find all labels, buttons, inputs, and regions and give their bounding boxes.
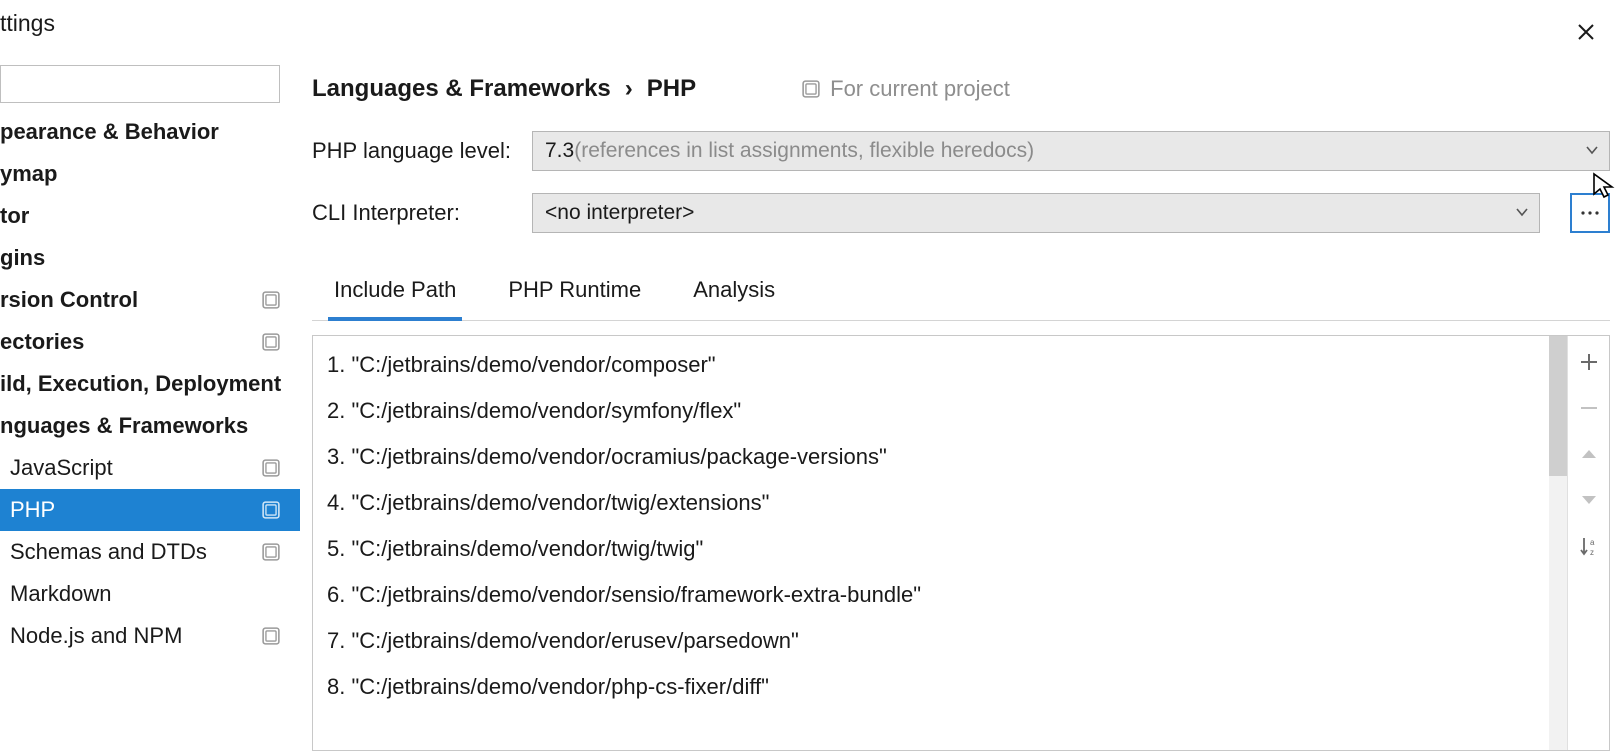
sidebar-item-javascript[interactable]: JavaScript	[0, 447, 300, 489]
sidebar-item-label: rsion Control	[0, 287, 138, 313]
sidebar-item-ymap[interactable]: ymap	[0, 153, 300, 195]
svg-text:z: z	[1590, 548, 1594, 557]
sidebar-item-ectories[interactable]: ectories	[0, 321, 300, 363]
scrollbar[interactable]	[1549, 336, 1567, 750]
include-path-item[interactable]: 6. "C:/jetbrains/demo/vendor/sensio/fram…	[313, 572, 1549, 618]
sort-button[interactable]: az	[1575, 532, 1603, 560]
sidebar-item-gins[interactable]: gins	[0, 237, 300, 279]
sidebar-item-markdown[interactable]: Markdown	[0, 573, 300, 615]
sidebar-item-label: pearance & Behavior	[0, 119, 219, 145]
project-scope-icon	[262, 333, 280, 351]
breadcrumb: Languages & Frameworks › PHP	[312, 75, 696, 103]
sidebar-item-label: gins	[0, 245, 45, 271]
dropdown-hint: (references in list assignments, flexibl…	[574, 139, 1034, 163]
scrollbar-thumb[interactable]	[1549, 336, 1567, 476]
php-language-level-dropdown[interactable]: 7.3 (references in list assignments, fle…	[532, 131, 1610, 171]
move-down-button[interactable]	[1575, 486, 1603, 514]
project-scope-icon	[262, 501, 280, 519]
sidebar-item-label: Schemas and DTDs	[10, 539, 207, 565]
close-button[interactable]	[1572, 18, 1600, 46]
dropdown-value: 7.3	[545, 139, 574, 163]
minus-icon	[1579, 398, 1599, 418]
sidebar-item-pearance-behavior[interactable]: pearance & Behavior	[0, 111, 300, 153]
chevron-down-icon	[1585, 139, 1599, 163]
dropdown-value: <no interpreter>	[545, 201, 694, 225]
sidebar-item-label: ild, Execution, Deployment	[0, 371, 281, 397]
remove-path-button[interactable]	[1575, 394, 1603, 422]
settings-main: Languages & Frameworks › PHP For current…	[300, 53, 1622, 751]
sidebar-item-label: ectories	[0, 329, 84, 355]
tab-include-path[interactable]: Include Path	[328, 267, 462, 321]
include-path-item[interactable]: 5. "C:/jetbrains/demo/vendor/twig/twig"	[313, 526, 1549, 572]
sidebar-item-nguages-frameworks[interactable]: nguages & Frameworks	[0, 405, 300, 447]
include-path-item[interactable]: 4. "C:/jetbrains/demo/vendor/twig/extens…	[313, 480, 1549, 526]
tab-analysis[interactable]: Analysis	[687, 267, 781, 320]
sidebar-item-label: Markdown	[10, 581, 111, 607]
sidebar-item-label: ymap	[0, 161, 57, 187]
include-path-item[interactable]: 7. "C:/jetbrains/demo/vendor/erusev/pars…	[313, 618, 1549, 664]
arrow-up-icon	[1580, 447, 1598, 461]
tabs: Include Path PHP Runtime Analysis	[312, 267, 1610, 321]
window-title: ttings	[0, 0, 1622, 53]
ellipsis-icon	[1580, 209, 1600, 217]
breadcrumb-page: PHP	[647, 75, 696, 103]
sidebar-item-rsion-control[interactable]: rsion Control	[0, 279, 300, 321]
project-scope-icon	[802, 80, 820, 98]
project-scope-icon	[262, 459, 280, 477]
sort-az-icon: az	[1578, 535, 1600, 557]
scope-note: For current project	[802, 76, 1010, 102]
sidebar-item-node-js-and-npm[interactable]: Node.js and NPM	[0, 615, 300, 657]
sidebar-item-label: PHP	[10, 497, 55, 523]
close-icon	[1576, 22, 1596, 42]
php-language-level-label: PHP language level:	[312, 138, 512, 164]
sidebar-item-label: Node.js and NPM	[10, 623, 182, 649]
scope-note-text: For current project	[830, 76, 1010, 102]
breadcrumb-group: Languages & Frameworks	[312, 75, 611, 103]
cli-interpreter-label: CLI Interpreter:	[312, 200, 512, 226]
include-path-item[interactable]: 8. "C:/jetbrains/demo/vendor/php-cs-fixe…	[313, 664, 1549, 710]
sidebar-item-schemas-and-dtds[interactable]: Schemas and DTDs	[0, 531, 300, 573]
sidebar-item-label: nguages & Frameworks	[0, 413, 248, 439]
tab-php-runtime[interactable]: PHP Runtime	[502, 267, 647, 320]
project-scope-icon	[262, 291, 280, 309]
sidebar: pearance & Behavior ymap tor gins rsion Cont…	[0, 53, 300, 751]
move-up-button[interactable]	[1575, 440, 1603, 468]
project-scope-icon	[262, 627, 280, 645]
include-path-item[interactable]: 3. "C:/jetbrains/demo/vendor/ocramius/pa…	[313, 434, 1549, 480]
include-path-item[interactable]: 1. "C:/jetbrains/demo/vendor/composer"	[313, 342, 1549, 388]
settings-search-input[interactable]	[0, 65, 280, 103]
svg-text:a: a	[1590, 538, 1595, 547]
project-scope-icon	[262, 543, 280, 561]
cli-interpreter-dropdown[interactable]: <no interpreter>	[532, 193, 1540, 233]
sidebar-item-php[interactable]: PHP	[0, 489, 300, 531]
sidebar-item-label: tor	[0, 203, 29, 229]
sidebar-item-tor[interactable]: tor	[0, 195, 300, 237]
sidebar-item-ild-execution-deployment[interactable]: ild, Execution, Deployment	[0, 363, 300, 405]
chevron-down-icon	[1515, 201, 1529, 225]
chevron-right-icon: ›	[625, 75, 633, 103]
mouse-cursor-icon	[1592, 172, 1616, 200]
list-toolbar: az	[1567, 336, 1609, 750]
add-path-button[interactable]	[1575, 348, 1603, 376]
settings-tree: pearance & Behavior ymap tor gins rsion Cont…	[0, 111, 300, 657]
sidebar-item-label: JavaScript	[10, 455, 113, 481]
arrow-down-icon	[1580, 493, 1598, 507]
include-paths-list[interactable]: 1. "C:/jetbrains/demo/vendor/composer"2.…	[313, 336, 1549, 750]
include-path-item[interactable]: 2. "C:/jetbrains/demo/vendor/symfony/fle…	[313, 388, 1549, 434]
plus-icon	[1579, 352, 1599, 372]
